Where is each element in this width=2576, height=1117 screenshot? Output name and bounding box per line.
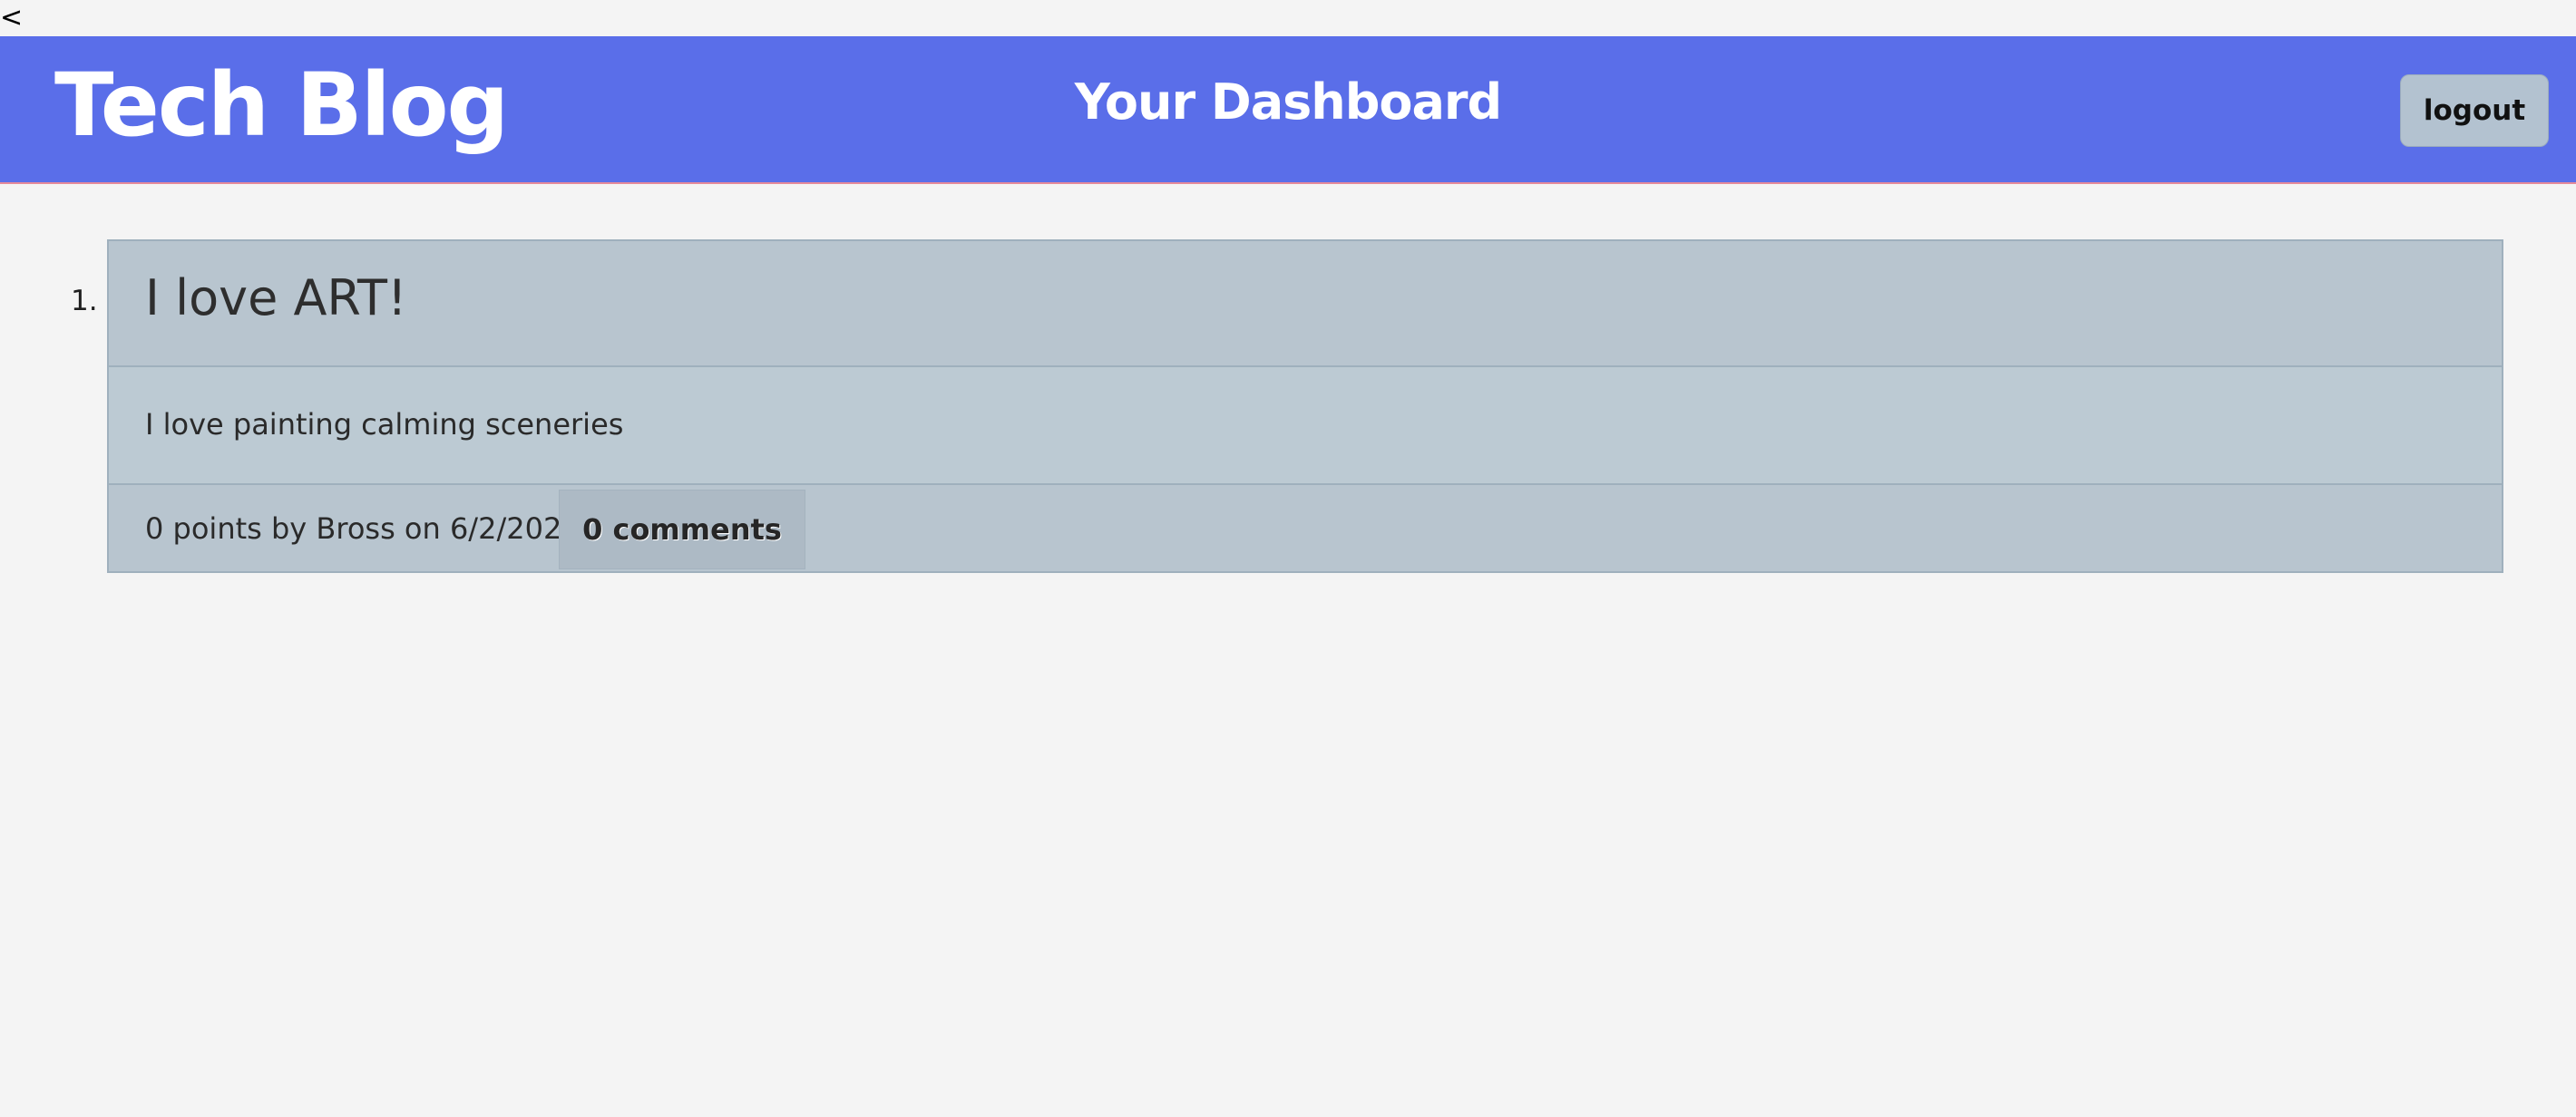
page-title: Your Dashboard: [1074, 73, 1502, 131]
post-card: I love ART! I love painting calming scen…: [107, 239, 2503, 573]
stray-character: <: [0, 2, 24, 34]
post-meta: 0 points by Bross on 6/2/2021 |: [145, 511, 600, 546]
post-header: I love ART!: [109, 241, 2502, 367]
logout-button[interactable]: logout: [2400, 74, 2549, 147]
site-header: Tech Blog Your Dashboard logout: [0, 36, 2576, 184]
list-item-number: 1.: [71, 285, 98, 317]
post-content: I love painting calming sceneries: [145, 407, 624, 442]
post-title-link[interactable]: I love ART!: [145, 267, 407, 330]
comments-button[interactable]: 0 comments: [559, 490, 805, 569]
post-footer: 0 points by Bross on 6/2/2021 | 0 commen…: [109, 485, 2502, 571]
post-body: I love painting calming sceneries: [109, 367, 2502, 485]
